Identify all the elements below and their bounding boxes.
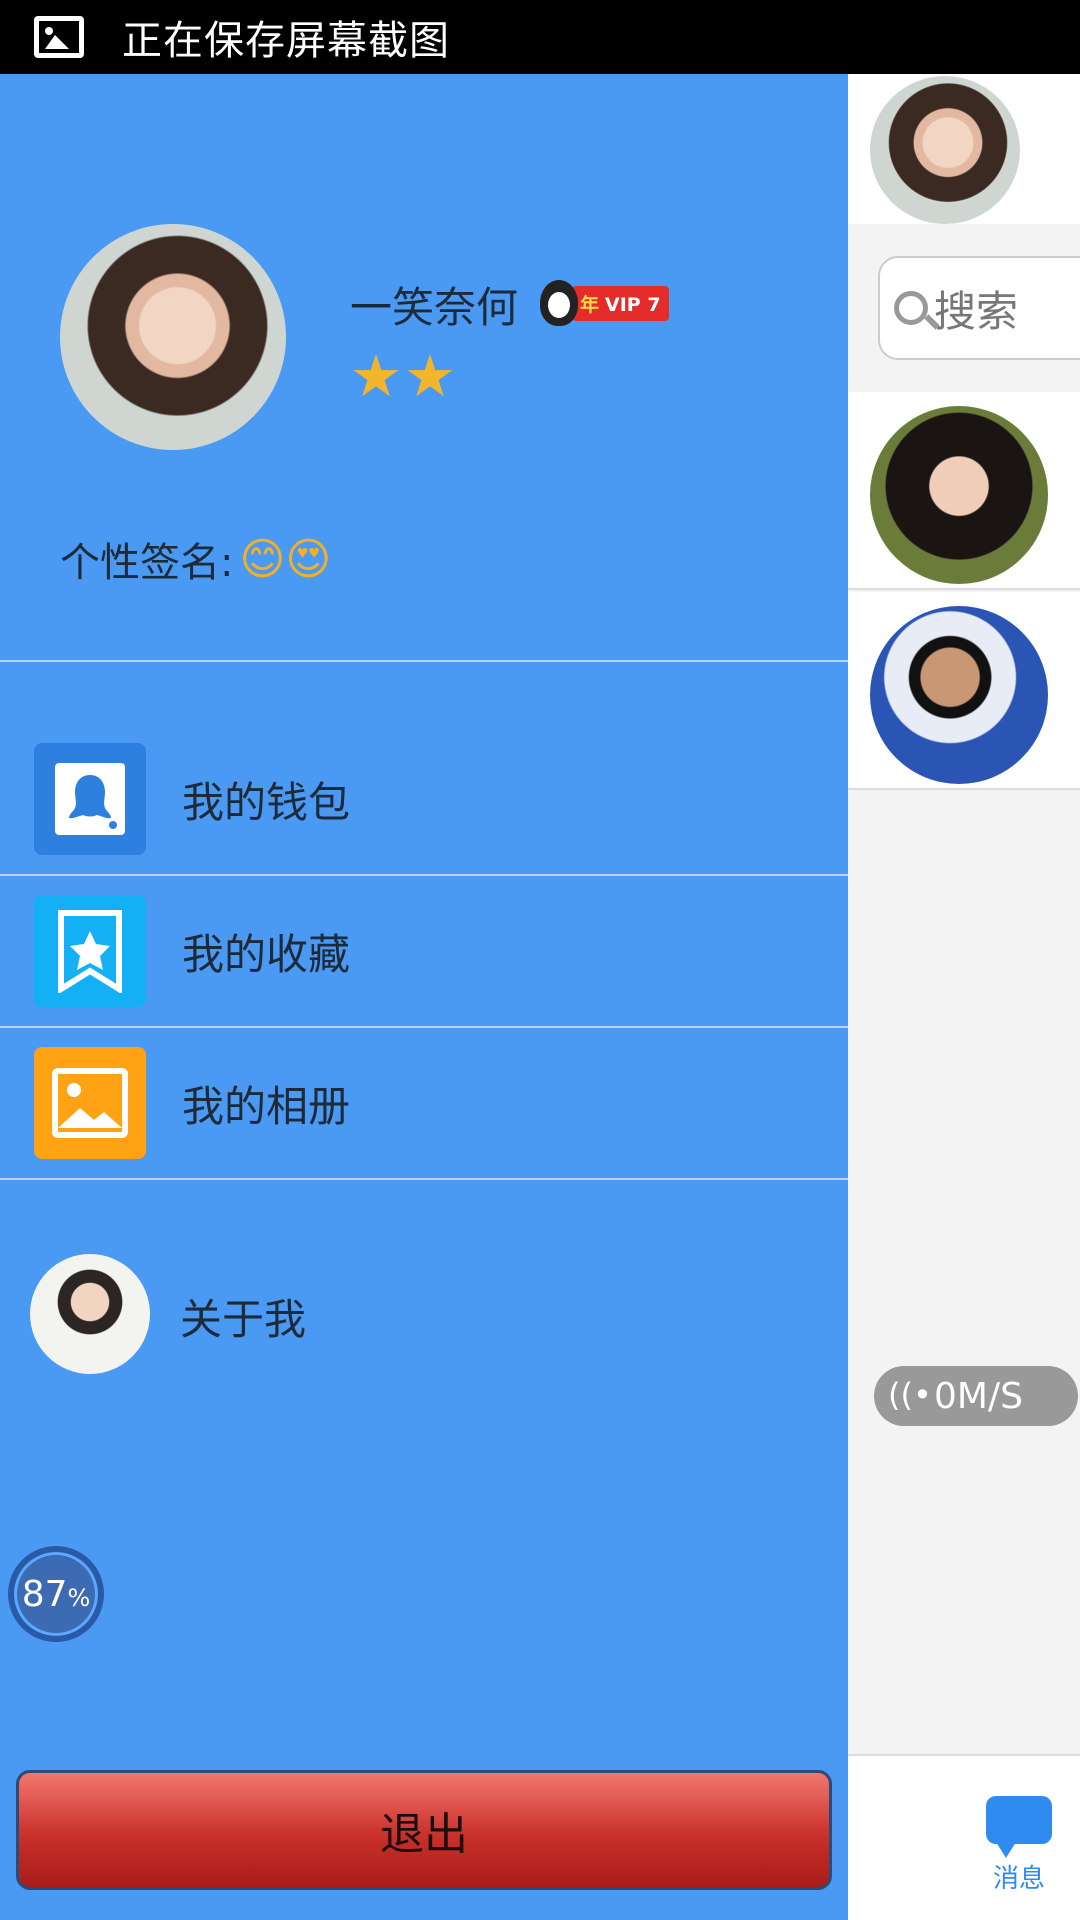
search-placeholder: 搜索 bbox=[934, 286, 1019, 336]
contact-avatar bbox=[870, 606, 1048, 784]
tab-label: 消息 bbox=[992, 1864, 1045, 1894]
network-speed-badge: ((• 0M/S bbox=[874, 1366, 1078, 1426]
menu-label: 我的钱包 bbox=[182, 777, 351, 827]
vip-tag: 年 VIP 7 bbox=[572, 285, 669, 321]
header-avatar[interactable] bbox=[870, 76, 1020, 224]
level-stars: ★★ bbox=[350, 342, 458, 410]
username: 一笑奈何 bbox=[350, 283, 519, 332]
bottom-nav: 消息 bbox=[848, 1754, 1080, 1920]
main-header bbox=[848, 74, 1080, 224]
progress-unit: % bbox=[67, 1584, 91, 1612]
image-icon bbox=[34, 16, 84, 58]
contact-avatar bbox=[870, 406, 1048, 584]
memory-progress-badge[interactable]: 87% bbox=[8, 1546, 104, 1642]
menu-item-album[interactable]: 我的相册 bbox=[0, 1028, 848, 1178]
profile-avatar[interactable] bbox=[60, 224, 286, 450]
side-drawer: 一笑奈何 年 VIP 7 ★★ 个性签名: 😊😍 我的钱包 我的收藏 我的相册 关… bbox=[0, 74, 848, 1920]
about-avatar[interactable] bbox=[30, 1254, 150, 1374]
status-bar: 正在保存屏幕截图 bbox=[0, 0, 1080, 74]
menu-item-favorites[interactable]: 我的收藏 bbox=[0, 876, 848, 1026]
divider bbox=[0, 1178, 848, 1180]
tab-messages[interactable]: 消息 bbox=[986, 1796, 1052, 1895]
penguin-icon bbox=[540, 280, 578, 326]
vip-badge[interactable]: 年 VIP 7 bbox=[540, 280, 669, 326]
search-input[interactable]: 搜索 bbox=[878, 256, 1080, 360]
menu-item-wallet[interactable]: 我的钱包 bbox=[0, 724, 848, 874]
signature-label: 个性签名: bbox=[60, 540, 234, 586]
album-icon bbox=[34, 1047, 146, 1159]
signature-emoji: 😊😍 bbox=[239, 533, 332, 585]
menu-label: 我的相册 bbox=[182, 1081, 351, 1131]
conversation-item[interactable] bbox=[848, 392, 1080, 590]
wallet-icon bbox=[34, 743, 146, 855]
status-text: 正在保存屏幕截图 bbox=[122, 18, 450, 64]
wifi-icon: ((• bbox=[888, 1376, 932, 1414]
network-speed: 0M/S bbox=[934, 1375, 1023, 1417]
conversation-item[interactable] bbox=[848, 592, 1080, 790]
divider bbox=[0, 660, 848, 662]
menu-label: 我的收藏 bbox=[182, 929, 351, 979]
logout-button[interactable]: 退出 bbox=[16, 1770, 832, 1890]
signature[interactable]: 个性签名: 😊😍 bbox=[60, 530, 331, 588]
main-panel: 搜索 ((• 0M/S 消息 bbox=[848, 74, 1080, 1920]
search-icon bbox=[894, 291, 928, 325]
progress-value: 87 bbox=[21, 1573, 68, 1615]
menu-item-about[interactable]: 关于我 bbox=[180, 1286, 306, 1347]
message-icon bbox=[986, 1796, 1052, 1858]
favorite-icon bbox=[34, 895, 146, 1007]
